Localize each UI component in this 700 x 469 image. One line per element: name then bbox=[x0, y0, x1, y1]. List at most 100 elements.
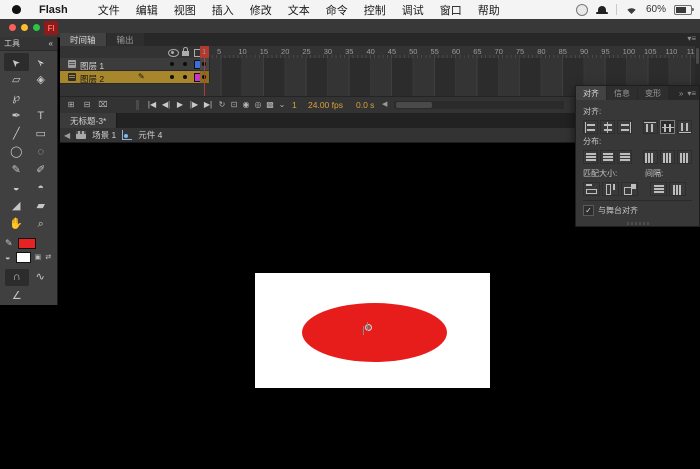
ink-bottle-tool[interactable]: ◓ bbox=[29, 179, 54, 197]
apple-menu-icon[interactable] bbox=[12, 5, 21, 14]
menu-item-9[interactable]: 窗口 bbox=[432, 2, 470, 18]
space-evenly-horizontally-button[interactable] bbox=[669, 182, 686, 196]
timeline-scroll-left-arrow[interactable]: ◀ bbox=[382, 97, 387, 113]
menu-item-2[interactable]: 视图 bbox=[166, 2, 204, 18]
go-to-last-frame-button[interactable]: ▶| bbox=[201, 97, 215, 113]
layer-2-lock-dot[interactable] bbox=[183, 75, 187, 79]
lasso-tool[interactable]: ℘ bbox=[4, 89, 29, 107]
default-colors-icon[interactable]: ▣ bbox=[34, 253, 42, 261]
smooth-option[interactable]: ∿ bbox=[29, 269, 53, 286]
match-width-and-height-button[interactable] bbox=[621, 182, 638, 196]
onion-skin-outlines-button[interactable]: ◎ bbox=[252, 97, 264, 113]
breadcrumb-scene[interactable]: 场景 1 bbox=[92, 129, 116, 141]
free-transform-tool[interactable]: ▱ bbox=[4, 71, 29, 89]
frame-rate-indicator[interactable]: 24.00 fps bbox=[308, 97, 343, 113]
play-button[interactable]: ▶ bbox=[173, 97, 187, 113]
layer-row-2[interactable]: 图层 2 ✎ bbox=[60, 71, 700, 84]
center-frame-button[interactable]: ⊡ bbox=[228, 97, 240, 113]
straighten-option[interactable]: ∠ bbox=[5, 288, 29, 305]
snap-to-objects-option[interactable]: ∩ bbox=[5, 269, 29, 286]
brush-tool[interactable]: ✐ bbox=[29, 161, 54, 179]
paint-bucket-tool[interactable]: ◒ bbox=[4, 179, 29, 197]
layer-1-keyframe[interactable] bbox=[200, 58, 210, 70]
align-panel-menu-icon[interactable]: ▾≡ bbox=[687, 89, 696, 98]
menu-item-10[interactable]: 帮助 bbox=[470, 2, 508, 18]
text-tool[interactable]: T bbox=[29, 107, 54, 125]
menu-item-8[interactable]: 调试 bbox=[394, 2, 432, 18]
distribute-bottom-edge-button[interactable] bbox=[617, 150, 633, 164]
distribute-top-edge-button[interactable] bbox=[583, 150, 599, 164]
tab-info[interactable]: 信息 bbox=[607, 86, 637, 100]
fill-color-swatch[interactable] bbox=[16, 251, 32, 263]
menu-item-6[interactable]: 命令 bbox=[318, 2, 356, 18]
match-width-button[interactable] bbox=[583, 182, 600, 196]
step-forward-button[interactable]: |▶ bbox=[187, 97, 201, 113]
breadcrumb-symbol[interactable]: 元件 4 bbox=[138, 129, 162, 141]
tab-timeline[interactable]: 时间轴 bbox=[60, 33, 106, 46]
minimize-window-button[interactable] bbox=[21, 24, 28, 31]
pencil-tool[interactable]: ✎ bbox=[4, 161, 29, 179]
menu-item-1[interactable]: 编辑 bbox=[128, 2, 166, 18]
align-left-edge-button[interactable] bbox=[583, 120, 599, 134]
distribute-horizontal-center-button[interactable] bbox=[660, 150, 676, 164]
layer-2-visibility-dot[interactable] bbox=[170, 75, 174, 79]
wifi-icon[interactable] bbox=[625, 5, 638, 15]
zoom-window-button[interactable] bbox=[33, 24, 40, 31]
swap-colors-icon[interactable]: ⇄ bbox=[45, 253, 52, 261]
distribute-vertical-center-button[interactable] bbox=[600, 150, 616, 164]
match-height-button[interactable] bbox=[602, 182, 619, 196]
panel-resize-grip[interactable] bbox=[626, 222, 649, 225]
distribute-right-edge-button[interactable] bbox=[677, 150, 693, 164]
align-vertical-center-button[interactable] bbox=[660, 120, 676, 134]
space-evenly-vertically-button[interactable] bbox=[650, 182, 667, 196]
menu-item-3[interactable]: 插入 bbox=[204, 2, 242, 18]
align-top-edge-button[interactable] bbox=[642, 120, 658, 134]
menu-item-5[interactable]: 文本 bbox=[280, 2, 318, 18]
edit-multiple-frames-button[interactable]: ▩ bbox=[264, 97, 276, 113]
tab-output[interactable]: 输出 bbox=[106, 33, 144, 46]
stage-oval-shape[interactable] bbox=[302, 303, 447, 362]
document-tab[interactable]: 无标题-3* bbox=[60, 113, 118, 128]
close-window-button[interactable] bbox=[9, 24, 16, 31]
menu-item-7[interactable]: 控制 bbox=[356, 2, 394, 18]
align-collapse-icon[interactable]: » bbox=[679, 89, 683, 98]
layer-2-keyframe[interactable] bbox=[200, 71, 210, 83]
3d-rotation-tool[interactable]: ◈ bbox=[29, 71, 54, 89]
spray-brush-tool[interactable]: ◌ bbox=[29, 143, 54, 161]
tab-align[interactable]: 对齐 bbox=[576, 86, 606, 100]
align-bottom-edge-button[interactable] bbox=[677, 120, 693, 134]
layer-1-visibility-dot[interactable] bbox=[170, 62, 174, 66]
alfred-hat-icon[interactable] bbox=[595, 5, 608, 14]
line-tool[interactable]: ╱ bbox=[4, 125, 29, 143]
lock-layers-icon[interactable] bbox=[182, 47, 189, 56]
tools-collapse-icon[interactable]: « bbox=[49, 39, 53, 48]
menu-extra-icon[interactable] bbox=[575, 3, 588, 16]
align-right-edge-button[interactable] bbox=[617, 120, 633, 134]
eyedropper-tool[interactable]: ◢ bbox=[4, 197, 29, 215]
layer-2-name[interactable]: 图层 2 bbox=[80, 73, 104, 85]
go-to-first-frame-button[interactable]: |◀ bbox=[145, 97, 159, 113]
layer-row-1[interactable]: 图层 1 bbox=[60, 58, 700, 71]
stage-drawing-rectangle[interactable] bbox=[255, 273, 490, 388]
step-back-button[interactable]: ◀| bbox=[159, 97, 173, 113]
modify-markers-button[interactable]: ⌄ bbox=[276, 97, 288, 113]
delete-layer-button[interactable]: ⌧ bbox=[96, 97, 110, 113]
stroke-color-swatch[interactable] bbox=[18, 237, 36, 249]
current-frame-indicator[interactable]: 1 bbox=[292, 97, 297, 113]
eraser-tool[interactable]: ▰ bbox=[29, 197, 54, 215]
align-to-stage-checkbox[interactable]: ✓ bbox=[583, 205, 594, 216]
subselection-tool[interactable]: ➢ bbox=[29, 53, 54, 71]
menu-item-4[interactable]: 修改 bbox=[242, 2, 280, 18]
selection-tool[interactable]: ➤ bbox=[4, 53, 29, 71]
oval-tool[interactable]: ◯ bbox=[4, 143, 29, 161]
rectangle-tool[interactable]: ▭ bbox=[29, 125, 54, 143]
distribute-left-edge-button[interactable] bbox=[642, 150, 658, 164]
menu-item-app[interactable]: Flash bbox=[31, 4, 76, 16]
zoom-tool[interactable]: ⌕ bbox=[29, 215, 54, 233]
hand-tool[interactable]: ✋ bbox=[4, 215, 29, 233]
new-folder-button[interactable]: ⊟ bbox=[80, 97, 94, 113]
show-hide-layers-icon[interactable] bbox=[168, 49, 179, 57]
battery-icon[interactable] bbox=[674, 4, 694, 15]
align-horizontal-center-button[interactable] bbox=[600, 120, 616, 134]
new-layer-button[interactable]: ⊞ bbox=[64, 97, 78, 113]
